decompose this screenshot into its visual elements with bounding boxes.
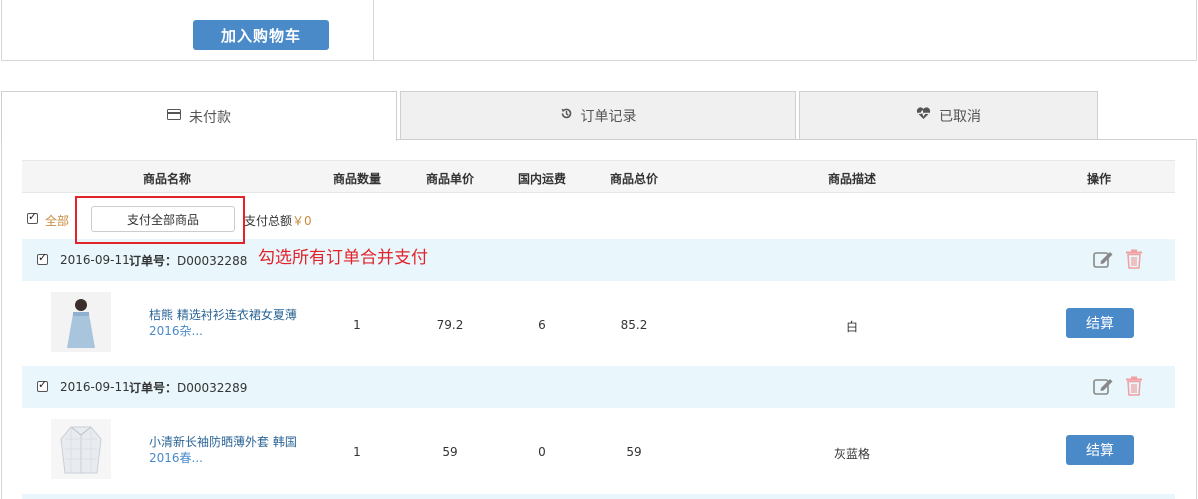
order-number-label: 订单号： bbox=[129, 381, 178, 395]
annotation-text: 勾选所有订单合并支付 bbox=[258, 248, 428, 268]
description: 白 bbox=[845, 320, 859, 334]
column-header: 国内运费 bbox=[517, 172, 567, 186]
pay-total-label: 支付总额 bbox=[244, 214, 293, 228]
column-header: 商品数量 bbox=[332, 172, 382, 186]
product-thumbnail[interactable] bbox=[51, 292, 111, 352]
tab-unpaid[interactable]: 未付款 bbox=[1, 91, 397, 141]
product-name-link[interactable]: 小清新长袖防晒薄外套 韩国 2016春... bbox=[149, 434, 319, 466]
unit-price: 59 bbox=[442, 445, 458, 459]
product-name-link[interactable]: 桔熊 精选衬衫连衣裙女夏薄 2016杂... bbox=[149, 307, 319, 339]
column-header: 商品总价 bbox=[609, 172, 659, 186]
trash-icon[interactable] bbox=[1125, 376, 1143, 398]
tab-label: 未付款 bbox=[189, 109, 231, 126]
select-all-checkbox[interactable] bbox=[27, 210, 38, 224]
product-name-more: 2016杂... bbox=[149, 324, 203, 338]
order-number-value: D00032289 bbox=[177, 381, 248, 395]
column-header: 商品单价 bbox=[425, 172, 475, 186]
tab-cancelled[interactable]: 已取消 bbox=[799, 91, 1098, 140]
next-order-header bbox=[22, 494, 1175, 499]
product-name: 小清新长袖防晒薄外套 韩国 bbox=[149, 435, 297, 449]
order-header: 2016-09-11 订单号：D00032288 bbox=[22, 239, 1175, 281]
order-number-label: 订单号： bbox=[129, 254, 178, 268]
order-header: 2016-09-11 订单号：D00032289 bbox=[22, 366, 1175, 408]
product-box: 加入购物车 bbox=[1, 0, 1197, 61]
column-header: 商品名称 bbox=[142, 172, 192, 186]
tab-order-history[interactable]: 订单记录 bbox=[400, 91, 796, 140]
annotation-highlight-box bbox=[75, 196, 245, 244]
order-item-row: 小清新长袖防晒薄外套 韩国 2016春... 1 59 0 59 灰蓝格 结算 bbox=[22, 408, 1175, 493]
add-to-cart-button[interactable]: 加入购物车 bbox=[193, 20, 329, 50]
table-header: 商品名称 商品数量 商品单价 国内运费 商品总价 商品描述 操作 bbox=[22, 160, 1175, 193]
trash-icon[interactable] bbox=[1125, 249, 1143, 271]
description: 灰蓝格 bbox=[833, 447, 871, 461]
order-item-row: 桔熊 精选衬衫连衣裙女夏薄 2016杂... 1 79.2 6 85.2 白 结… bbox=[22, 281, 1175, 366]
credit-card-icon bbox=[167, 109, 181, 124]
order-date: 2016-09-11 bbox=[60, 380, 130, 394]
order-checkbox[interactable] bbox=[37, 251, 48, 265]
edit-icon[interactable] bbox=[1093, 376, 1115, 398]
order-date: 2016-09-11 bbox=[60, 253, 130, 267]
product-name-more: 2016春... bbox=[149, 451, 203, 465]
total-price: 85.2 bbox=[620, 318, 648, 332]
settle-button[interactable]: 结算 bbox=[1066, 308, 1134, 338]
shipping-fee: 6 bbox=[538, 318, 546, 332]
tab-label: 订单记录 bbox=[580, 108, 637, 125]
column-header: 商品描述 bbox=[827, 172, 877, 186]
order-number: 订单号：D00032288 bbox=[129, 252, 247, 269]
settle-button[interactable]: 结算 bbox=[1066, 435, 1134, 465]
order-checkbox[interactable] bbox=[37, 378, 48, 392]
order-number-value: D00032288 bbox=[177, 254, 248, 268]
shipping-fee: 0 bbox=[538, 445, 546, 459]
order-number: 订单号：D00032289 bbox=[129, 379, 247, 396]
edit-icon[interactable] bbox=[1093, 249, 1115, 271]
total-price: 59 bbox=[626, 445, 642, 459]
pay-total: 支付总额￥0 bbox=[244, 212, 312, 229]
pay-total-value: ￥0 bbox=[292, 214, 312, 228]
select-all-label[interactable]: 全部 bbox=[45, 212, 69, 229]
divider bbox=[373, 0, 374, 60]
history-icon bbox=[560, 107, 573, 124]
quantity: 1 bbox=[353, 445, 361, 459]
unit-price: 79.2 bbox=[436, 318, 464, 332]
product-thumbnail[interactable] bbox=[51, 419, 111, 479]
column-header: 操作 bbox=[1086, 172, 1112, 186]
tab-label: 已取消 bbox=[939, 108, 981, 125]
heartbeat-icon bbox=[916, 107, 931, 124]
quantity: 1 bbox=[353, 318, 361, 332]
product-name: 桔熊 精选衬衫连衣裙女夏薄 bbox=[149, 308, 297, 322]
